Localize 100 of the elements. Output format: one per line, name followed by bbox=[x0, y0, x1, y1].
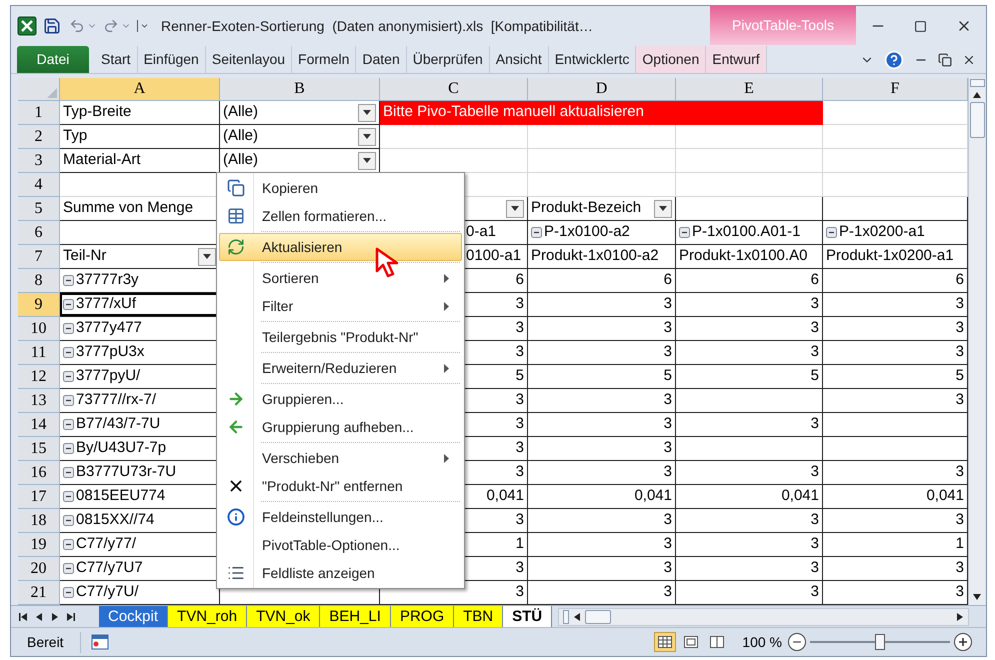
restore-button[interactable] bbox=[938, 52, 952, 66]
split-handle[interactable] bbox=[563, 610, 570, 624]
row-header[interactable]: 14 bbox=[18, 413, 60, 437]
scroll-left-icon[interactable] bbox=[573, 612, 582, 620]
collapse-icon[interactable] bbox=[63, 395, 74, 406]
filter-dropdown-button[interactable] bbox=[358, 104, 376, 122]
collapse-icon[interactable] bbox=[63, 539, 74, 550]
column-header[interactable]: C bbox=[380, 78, 528, 101]
last-sheet-icon[interactable] bbox=[67, 612, 75, 620]
maximize-button[interactable] bbox=[914, 20, 928, 32]
next-sheet-icon[interactable] bbox=[51, 612, 59, 620]
collapse-icon[interactable] bbox=[679, 227, 690, 238]
sheet-tab[interactable]: PROG bbox=[390, 606, 454, 627]
menu-item[interactable]: Sortieren bbox=[219, 264, 462, 292]
row-header[interactable]: 6 bbox=[18, 221, 60, 245]
menu-item[interactable]: Gruppierung aufheben... bbox=[219, 413, 462, 444]
row-header[interactable]: 11 bbox=[18, 341, 60, 365]
macro-record-icon[interactable] bbox=[90, 634, 109, 650]
menu-item[interactable]: Feldeinstellungen... bbox=[219, 503, 462, 531]
menu-item[interactable]: Kopieren bbox=[219, 174, 462, 202]
sheet-tab[interactable]: TVN_roh bbox=[168, 606, 248, 627]
previous-sheet-icon[interactable] bbox=[35, 612, 43, 620]
normal-view-button[interactable] bbox=[654, 632, 676, 652]
row-header[interactable]: 15 bbox=[18, 437, 60, 461]
filter-dropdown-button[interactable] bbox=[654, 200, 672, 218]
sheet-tab[interactable]: TVN_ok bbox=[247, 606, 320, 627]
menu-item[interactable]: Gruppieren... bbox=[219, 385, 462, 413]
collapse-icon[interactable] bbox=[63, 563, 74, 574]
row-header[interactable]: 16 bbox=[18, 461, 60, 485]
row-header[interactable]: 2 bbox=[18, 125, 60, 149]
row-header[interactable]: 18 bbox=[18, 509, 60, 533]
undo-icon[interactable] bbox=[69, 18, 85, 34]
sheet-tab[interactable]: TBN bbox=[454, 606, 504, 627]
filter-dropdown-button[interactable] bbox=[358, 128, 376, 146]
zoom-slider-thumb[interactable] bbox=[875, 634, 885, 650]
row-header[interactable]: 13 bbox=[18, 389, 60, 413]
scrollbar-thumb[interactable] bbox=[970, 102, 984, 138]
filter-dropdown-button[interactable] bbox=[506, 200, 524, 218]
ribbon-tab[interactable]: Entwurf bbox=[706, 46, 767, 73]
row-header[interactable]: 4 bbox=[18, 173, 60, 197]
collapse-icon[interactable] bbox=[63, 491, 74, 502]
row-header[interactable]: 1 bbox=[18, 101, 60, 125]
collapse-icon[interactable] bbox=[63, 587, 74, 598]
filter-dropdown-button[interactable] bbox=[358, 152, 376, 170]
row-header[interactable]: 10 bbox=[18, 317, 60, 341]
menu-item[interactable]: Feldliste anzeigen bbox=[219, 559, 462, 587]
collapse-icon[interactable] bbox=[63, 371, 74, 382]
sheet-tab[interactable]: STÜ bbox=[503, 606, 552, 627]
scrollbar-thumb[interactable] bbox=[585, 610, 612, 624]
scroll-right-icon[interactable] bbox=[956, 612, 964, 620]
customize-toolbar-icon[interactable] bbox=[137, 20, 149, 32]
collapse-icon[interactable] bbox=[63, 275, 74, 286]
zoom-out-button[interactable] bbox=[788, 633, 806, 651]
ribbon-tab[interactable]: Einfügen bbox=[138, 46, 206, 73]
ribbon-tab[interactable]: Seitenlayou bbox=[206, 46, 292, 73]
scroll-up-icon[interactable] bbox=[973, 91, 981, 99]
ribbon-tab[interactable]: Optionen bbox=[636, 46, 706, 73]
row-header[interactable]: 8 bbox=[18, 269, 60, 293]
menu-item[interactable]: Zellen formatieren... bbox=[219, 202, 462, 233]
row-header[interactable]: 21 bbox=[18, 581, 60, 605]
vertical-scrollbar[interactable] bbox=[968, 78, 985, 605]
collapse-icon[interactable] bbox=[826, 227, 837, 238]
row-header[interactable]: 20 bbox=[18, 557, 60, 581]
ribbon-tab[interactable]: Ansicht bbox=[490, 46, 549, 73]
split-handle[interactable] bbox=[970, 79, 984, 87]
save-icon[interactable] bbox=[43, 17, 61, 35]
menu-item[interactable]: "Produkt-Nr" entfernen bbox=[219, 472, 462, 503]
collapse-icon[interactable] bbox=[63, 419, 74, 430]
column-header[interactable]: B bbox=[220, 78, 380, 101]
collapse-icon[interactable] bbox=[531, 227, 542, 238]
menu-item[interactable]: Filter bbox=[219, 292, 462, 323]
collapse-icon[interactable] bbox=[63, 299, 74, 310]
scroll-down-icon[interactable] bbox=[973, 593, 981, 601]
menu-item[interactable]: Aktualisieren bbox=[219, 233, 462, 264]
ribbon-tab[interactable]: Daten bbox=[356, 46, 407, 73]
sheet-tab[interactable]: Cockpit bbox=[99, 606, 168, 627]
row-header[interactable]: 3 bbox=[18, 149, 60, 173]
menu-item[interactable]: Verschieben bbox=[219, 444, 462, 472]
sheet-tab[interactable]: BEH_LI bbox=[320, 606, 391, 627]
column-header[interactable]: E bbox=[676, 78, 823, 101]
menu-item[interactable]: Teilergebnis "Produkt-Nr" bbox=[219, 323, 462, 354]
column-header[interactable]: F bbox=[823, 78, 968, 101]
redo-icon[interactable] bbox=[103, 18, 119, 34]
row-header[interactable]: 17 bbox=[18, 485, 60, 509]
menu-item[interactable]: Erweitern/Reduzieren bbox=[219, 354, 462, 385]
zoom-in-button[interactable] bbox=[954, 633, 972, 651]
collapse-icon[interactable] bbox=[63, 347, 74, 358]
collapse-icon[interactable] bbox=[63, 443, 74, 454]
collapse-icon[interactable] bbox=[63, 323, 74, 334]
file-tab[interactable]: Datei bbox=[17, 46, 89, 73]
column-header[interactable]: D bbox=[528, 78, 676, 101]
zoom-slider[interactable] bbox=[810, 632, 950, 652]
ribbon-tab[interactable]: Formeln bbox=[292, 46, 356, 73]
ribbon-tab[interactable]: Start bbox=[95, 46, 138, 73]
row-header[interactable]: 5 bbox=[18, 197, 60, 221]
menu-item[interactable]: PivotTable-Optionen... bbox=[219, 531, 462, 559]
filter-dropdown-button[interactable] bbox=[198, 248, 216, 266]
row-header[interactable]: 7 bbox=[18, 245, 60, 269]
zoom-level[interactable]: 100 % bbox=[742, 632, 782, 652]
ribbon-tab[interactable]: Überprüfen bbox=[406, 46, 490, 73]
